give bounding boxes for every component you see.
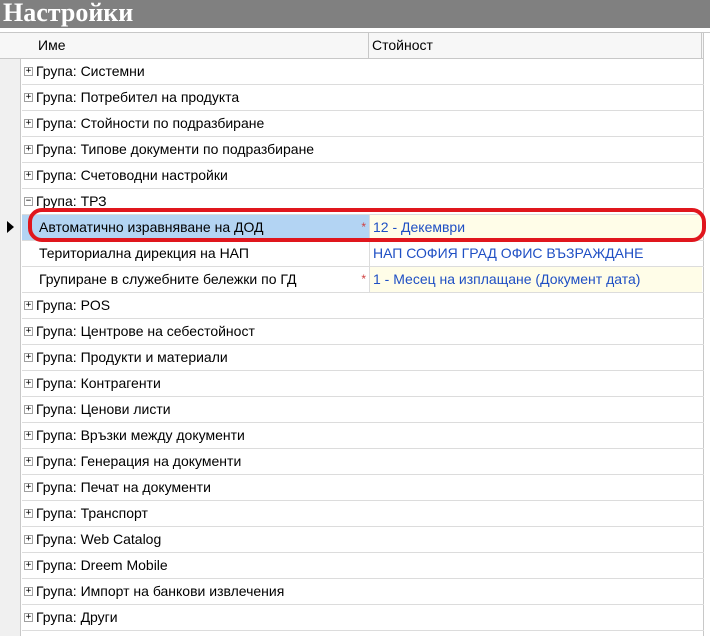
plus-icon[interactable]: + (24, 93, 33, 102)
setting-value[interactable]: 1 - Месец на изплащане (Документ дата) (369, 267, 702, 292)
plus-icon[interactable]: + (24, 561, 33, 570)
group-label: Група: Центрове на себестойност (36, 323, 255, 339)
plus-icon[interactable]: + (24, 119, 33, 128)
plus-icon[interactable]: + (24, 457, 33, 466)
row-indicator-column (0, 33, 21, 636)
group-label: Група: Dreem Mobile (36, 557, 168, 573)
group-row-document-types[interactable]: + Група: Типове документи по подразбиран… (22, 137, 704, 163)
group-row-document-printing[interactable]: + Група: Печат на документи (22, 475, 704, 501)
group-cell: + Група: Генерация на документи (22, 449, 704, 474)
group-cell: + Група: Web Catalog (22, 527, 704, 552)
group-row-contractors[interactable]: + Група: Контрагенти (22, 371, 704, 397)
window-title: Настройки (0, 0, 710, 28)
plus-icon[interactable]: + (24, 67, 33, 76)
group-cell: + Група: Центрове на себестойност (22, 319, 704, 344)
setting-name-text: Териториална дирекция на НАП (39, 245, 249, 261)
group-row-document-links[interactable]: + Група: Връзки между документи (22, 423, 704, 449)
group-label: Група: ТРЗ (36, 193, 107, 209)
group-cell: + Група: Типове документи по подразбиран… (22, 137, 704, 162)
plus-icon[interactable]: + (24, 301, 33, 310)
group-label: Група: Ценови листи (36, 401, 171, 417)
group-row-payroll[interactable]: − Група: ТРЗ (22, 189, 704, 215)
group-label: Група: Импорт на банкови извлечения (36, 583, 285, 599)
plus-icon[interactable]: + (24, 379, 33, 388)
group-cell: + Група: Контрагенти (22, 371, 704, 396)
plus-icon[interactable]: + (24, 431, 33, 440)
group-label: Група: Транспорт (36, 505, 148, 521)
group-cell: + Група: Други (22, 605, 704, 630)
group-row-bank-import[interactable]: + Група: Импорт на банкови извлечения (22, 579, 704, 605)
group-row-pos[interactable]: + Група: POS (22, 293, 704, 319)
group-cell: + Група: Импорт на банкови извлечения (22, 579, 704, 604)
column-header-name[interactable]: Име (22, 33, 369, 58)
plus-icon[interactable]: + (24, 587, 33, 596)
group-row-product-user[interactable]: + Група: Потребител на продукта (22, 85, 704, 111)
group-row-transport[interactable]: + Група: Транспорт (22, 501, 704, 527)
group-row-web-catalog[interactable]: + Група: Web Catalog (22, 527, 704, 553)
group-row-other[interactable]: + Група: Други (22, 605, 704, 631)
group-label: Група: Контрагенти (36, 375, 161, 391)
required-marker: * (361, 220, 366, 234)
setting-row-nap-directorate[interactable]: Териториална дирекция на НАП НАП СОФИЯ Г… (22, 241, 704, 267)
settings-grid: Име Стойност + Група: Системни + Група: … (0, 32, 710, 636)
setting-row-certificate-grouping[interactable]: Групиране в служебните бележки по ГД * 1… (22, 267, 704, 293)
group-cell: + Група: Печат на документи (22, 475, 704, 500)
group-row-defaults[interactable]: + Група: Стойности по подразбиране (22, 111, 704, 137)
group-row-products[interactable]: + Група: Продукти и материали (22, 345, 704, 371)
group-cell: + Група: Продукти и материали (22, 345, 704, 370)
group-label: Група: Печат на документи (36, 479, 211, 495)
setting-name-text: Автоматично изравняване на ДОД (39, 219, 264, 235)
group-cell: + Група: Потребител на продукта (22, 85, 704, 110)
group-cell: + Група: Стойности по подразбиране (22, 111, 704, 136)
group-label: Група: Други (36, 609, 118, 625)
setting-value[interactable]: 12 - Декември (369, 215, 702, 240)
setting-value[interactable]: НАП СОФИЯ ГРАД ОФИС ВЪЗРАЖДАНЕ (369, 241, 702, 266)
group-label: Група: Връзки между документи (36, 427, 245, 443)
minus-icon[interactable]: − (24, 197, 33, 206)
setting-name[interactable]: Териториална дирекция на НАП (22, 241, 369, 266)
group-label: Група: Генерация на документи (36, 453, 242, 469)
group-cell: − Група: ТРЗ (22, 189, 704, 214)
group-cell: + Група: Връзки между документи (22, 423, 704, 448)
plus-icon[interactable]: + (24, 535, 33, 544)
plus-icon[interactable]: + (24, 613, 33, 622)
group-label: Група: Типове документи по подразбиране (36, 141, 315, 157)
setting-name-text: Групиране в служебните бележки по ГД (39, 271, 297, 287)
group-row-accounting[interactable]: + Група: Счетоводни настройки (22, 163, 704, 189)
group-label: Група: Счетоводни настройки (36, 167, 228, 183)
group-label: Група: POS (36, 297, 111, 313)
row-pointer-icon (7, 221, 14, 233)
plus-icon[interactable]: + (24, 509, 33, 518)
plus-icon[interactable]: + (24, 327, 33, 336)
group-label: Група: Потребител на продукта (36, 89, 240, 105)
plus-icon[interactable]: + (24, 171, 33, 180)
setting-name[interactable]: Автоматично изравняване на ДОД * (22, 215, 369, 240)
group-cell: + Група: Транспорт (22, 501, 704, 526)
group-row-system[interactable]: + Група: Системни (22, 59, 704, 85)
group-row-price-lists[interactable]: + Група: Ценови листи (22, 397, 704, 423)
group-cell: + Група: Dreem Mobile (22, 553, 704, 578)
group-cell: + Група: POS (22, 293, 704, 318)
plus-icon[interactable]: + (24, 353, 33, 362)
group-cell: + Група: Системни (22, 59, 704, 84)
plus-icon[interactable]: + (24, 145, 33, 154)
group-cell: + Група: Счетоводни настройки (22, 163, 704, 188)
group-label: Група: Системни (36, 63, 145, 79)
plus-icon[interactable]: + (24, 405, 33, 414)
group-row-document-generation[interactable]: + Група: Генерация на документи (22, 449, 704, 475)
grid-header: Име Стойност (0, 33, 704, 59)
group-row-cost-centers[interactable]: + Група: Центрове на себестойност (22, 319, 704, 345)
group-row-dreem-mobile[interactable]: + Група: Dreem Mobile (22, 553, 704, 579)
group-label: Група: Web Catalog (36, 531, 162, 547)
group-cell: + Група: Ценови листи (22, 397, 704, 422)
required-marker: * (361, 272, 366, 286)
setting-row-dod-equalization[interactable]: Автоматично изравняване на ДОД * 12 - Де… (22, 215, 704, 241)
setting-name[interactable]: Групиране в служебните бележки по ГД * (22, 267, 369, 292)
column-header-value[interactable]: Стойност (369, 33, 702, 58)
group-label: Група: Продукти и материали (36, 349, 228, 365)
group-label: Група: Стойности по подразбиране (36, 115, 265, 131)
plus-icon[interactable]: + (24, 483, 33, 492)
